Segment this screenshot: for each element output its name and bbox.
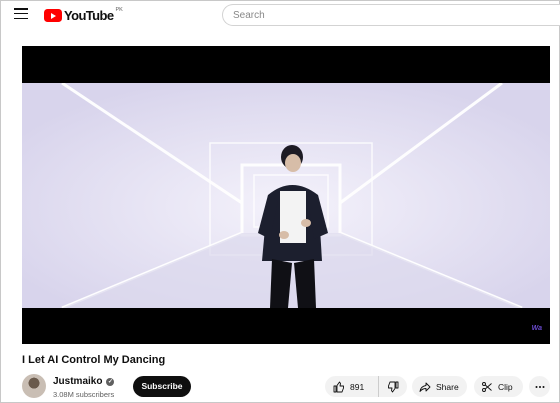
channel-name[interactable]: Justmaiko (53, 376, 102, 387)
video-player[interactable]: Wa (22, 46, 550, 344)
share-button[interactable]: Share (412, 376, 467, 397)
menu-icon[interactable] (14, 8, 28, 20)
more-horizontal-icon (534, 381, 546, 393)
dislike-button[interactable] (379, 376, 407, 397)
like-dislike-group: 891 (325, 376, 407, 397)
logo-text: YouTube (64, 8, 114, 23)
thumbs-down-icon (387, 381, 399, 393)
share-icon (419, 381, 431, 393)
clip-button[interactable]: Clip (474, 376, 523, 397)
video-watermark: Wa (531, 325, 542, 332)
masthead: YouTube PK (0, 0, 560, 30)
search-input[interactable] (222, 4, 560, 26)
like-button[interactable]: 891 (325, 376, 379, 397)
youtube-logo[interactable]: YouTube PK (44, 6, 123, 23)
channel-avatar[interactable] (22, 374, 46, 398)
country-code: PK (115, 6, 123, 13)
thumbs-up-icon (333, 381, 345, 393)
clip-label: Clip (498, 381, 513, 392)
verified-icon: ✓ (106, 377, 115, 386)
video-title: I Let AI Control My Dancing (22, 354, 166, 366)
subscriber-count: 3.08M subscribers (53, 390, 115, 399)
like-count: 891 (350, 381, 365, 392)
channel-name-row[interactable]: Justmaiko ✓ (53, 376, 115, 387)
play-logo-icon (44, 9, 62, 22)
share-label: Share (436, 381, 459, 392)
more-actions-button[interactable] (529, 376, 550, 397)
subscribe-button[interactable]: Subscribe (133, 376, 191, 397)
video-frame (22, 83, 550, 308)
scissors-icon (481, 381, 493, 393)
